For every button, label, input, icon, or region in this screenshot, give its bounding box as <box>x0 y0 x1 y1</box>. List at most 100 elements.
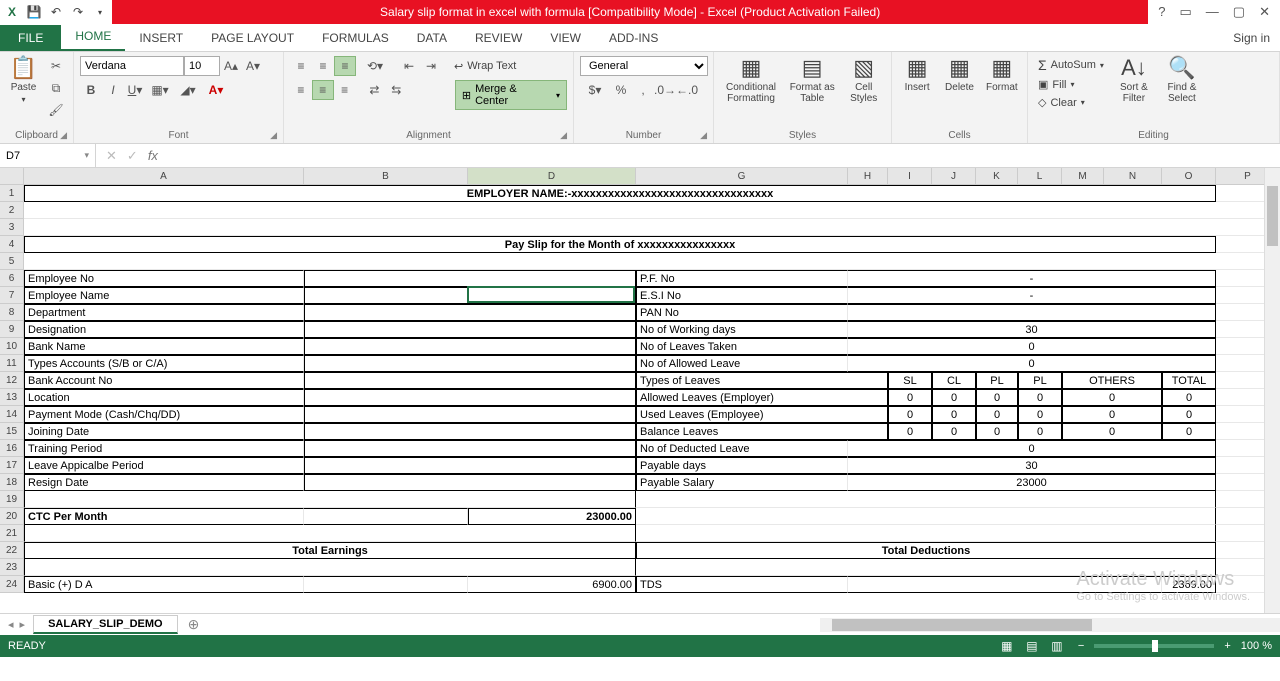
wrap-text-button[interactable]: ↩Wrap Text <box>450 56 520 76</box>
cell[interactable]: 30 <box>848 321 1216 338</box>
cell[interactable]: No of Allowed Leave <box>636 355 848 372</box>
cell-styles-button[interactable]: ▧Cell Styles <box>842 56 885 104</box>
accept-formula-icon[interactable]: ✓ <box>127 148 138 164</box>
orientation-icon[interactable]: ⟲▾ <box>364 56 386 76</box>
format-cells-button[interactable]: ▦Format <box>983 56 1021 93</box>
row-header[interactable]: 7 <box>0 287 23 304</box>
cell[interactable]: CTC Per Month <box>24 508 304 525</box>
cell[interactable]: 0 <box>932 406 976 423</box>
cell[interactable]: - <box>848 287 1216 304</box>
cell[interactable]: 23000.00 <box>468 508 636 525</box>
cell[interactable]: 0 <box>1062 389 1162 406</box>
zoom-level[interactable]: 100 % <box>1241 640 1272 652</box>
minimize-icon[interactable]: — <box>1206 4 1219 20</box>
sign-in-link[interactable]: Sign in <box>1223 25 1280 51</box>
cell[interactable]: 0 <box>1018 389 1062 406</box>
cell[interactable]: Leave Appicalbe Period <box>24 457 304 474</box>
percent-icon[interactable]: % <box>610 80 632 100</box>
cell[interactable]: OTHERS <box>1062 372 1162 389</box>
cell[interactable]: 30 <box>848 457 1216 474</box>
cell[interactable]: Resign Date <box>24 474 304 491</box>
cell[interactable]: TDS <box>636 576 848 593</box>
row-header[interactable]: 20 <box>0 508 23 525</box>
align-bottom-icon[interactable]: ≡ <box>334 56 356 76</box>
zoom-slider[interactable] <box>1094 644 1214 648</box>
tab-page-layout[interactable]: PAGE LAYOUT <box>197 25 308 51</box>
row-header[interactable]: 19 <box>0 491 23 508</box>
cell[interactable]: No of Leaves Taken <box>636 338 848 355</box>
fx-icon[interactable]: fx <box>148 148 158 163</box>
cell[interactable] <box>848 576 1162 593</box>
cell[interactable]: 0 <box>976 423 1018 440</box>
number-launcher-icon[interactable]: ◢ <box>700 130 707 141</box>
col-header[interactable]: B <box>304 168 468 184</box>
cell[interactable] <box>304 576 468 593</box>
cell[interactable]: No of Deducted Leave <box>636 440 848 457</box>
align-middle-icon[interactable]: ≡ <box>312 56 334 76</box>
redo-icon[interactable]: ↷ <box>70 4 86 20</box>
help-icon[interactable]: ? <box>1158 4 1165 20</box>
delete-cells-button[interactable]: ▦Delete <box>940 56 978 93</box>
tab-review[interactable]: REVIEW <box>461 25 536 51</box>
col-header[interactable]: G <box>636 168 848 184</box>
merge-center-button[interactable]: ⊞Merge & Center▾ <box>455 80 567 110</box>
col-header[interactable]: K <box>976 168 1018 184</box>
cell[interactable]: Location <box>24 389 304 406</box>
number-format-combo[interactable]: General <box>580 56 708 76</box>
add-sheet-icon[interactable]: ⊕ <box>188 616 200 633</box>
zoom-out-icon[interactable]: − <box>1078 640 1084 652</box>
cell[interactable]: Training Period <box>24 440 304 457</box>
cell[interactable]: EMPLOYER NAME:-xxxxxxxxxxxxxxxxxxxxxxxxx… <box>24 185 1216 202</box>
cell[interactable] <box>304 287 636 304</box>
cell[interactable]: Department <box>24 304 304 321</box>
cell[interactable]: 0 <box>888 406 932 423</box>
cell[interactable] <box>848 304 1216 321</box>
tab-file[interactable]: FILE <box>0 25 61 51</box>
cell[interactable] <box>24 491 636 508</box>
border-button[interactable]: ▦▾ <box>146 80 174 100</box>
shrink-font-icon[interactable]: A▾ <box>242 56 264 76</box>
row-header[interactable]: 14 <box>0 406 23 423</box>
cell[interactable]: 0 <box>976 389 1018 406</box>
row-header[interactable]: 4 <box>0 236 23 253</box>
maximize-icon[interactable]: ▢ <box>1233 4 1245 20</box>
cell[interactable] <box>304 508 468 525</box>
cell[interactable]: 0 <box>1162 406 1216 423</box>
paste-button[interactable]: 📋 Paste ▾ <box>6 56 41 104</box>
cell[interactable] <box>636 508 1216 525</box>
cell[interactable] <box>304 270 636 287</box>
cell[interactable] <box>304 474 636 491</box>
fill-button[interactable]: ▣Fill▾ <box>1034 77 1108 92</box>
cell[interactable] <box>24 525 636 542</box>
row-header[interactable]: 3 <box>0 219 23 236</box>
ltr-icon[interactable]: ⇄ <box>364 80 386 100</box>
cell[interactable]: 0 <box>932 389 976 406</box>
clipboard-launcher-icon[interactable]: ◢ <box>60 130 67 141</box>
insert-cells-button[interactable]: ▦Insert <box>898 56 936 93</box>
col-header[interactable]: L <box>1018 168 1062 184</box>
cell[interactable]: Balance Leaves <box>636 423 888 440</box>
row-header[interactable]: 5 <box>0 253 23 270</box>
sort-filter-button[interactable]: A↓Sort & Filter <box>1112 56 1156 104</box>
undo-icon[interactable]: ↶ <box>48 4 64 20</box>
cell[interactable]: 0 <box>976 406 1018 423</box>
normal-view-icon[interactable]: ▦ <box>996 639 1018 653</box>
row-header[interactable]: 18 <box>0 474 23 491</box>
col-header[interactable]: I <box>888 168 932 184</box>
tab-data[interactable]: DATA <box>403 25 461 51</box>
row-header[interactable]: 10 <box>0 338 23 355</box>
cell[interactable]: 0 <box>1162 423 1216 440</box>
cell[interactable]: Payment Mode (Cash/Chq/DD) <box>24 406 304 423</box>
row-header[interactable]: 21 <box>0 525 23 542</box>
cell[interactable] <box>304 389 636 406</box>
cell[interactable]: 6900.00 <box>468 576 636 593</box>
currency-icon[interactable]: $▾ <box>580 80 610 100</box>
col-header[interactable]: D <box>468 168 636 184</box>
cell[interactable] <box>636 559 1216 576</box>
cell[interactable]: Used Leaves (Employee) <box>636 406 888 423</box>
cell[interactable] <box>24 219 1280 236</box>
cut-icon[interactable]: ✂ <box>45 56 67 76</box>
cell[interactable]: - <box>848 270 1216 287</box>
cell[interactable] <box>304 338 636 355</box>
formula-input[interactable] <box>168 144 1280 167</box>
